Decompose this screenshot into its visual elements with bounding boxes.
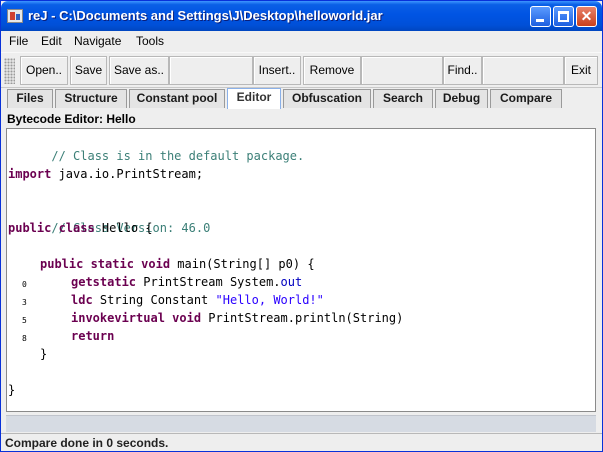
- code-line-version-comment: // Class Version: 46.0: [8, 201, 210, 235]
- keyword-token: import: [8, 167, 52, 181]
- status-bar: Compare done in 0 seconds.: [1, 433, 602, 451]
- menu-edit[interactable]: Edit: [41, 34, 62, 48]
- tab-search[interactable]: Search: [373, 89, 433, 108]
- save-button[interactable]: Save: [70, 56, 107, 85]
- code-line-import: import java.io.PrintStream;: [8, 165, 203, 183]
- toolbar-spacer-3: [482, 56, 564, 85]
- minimize-icon: [536, 19, 544, 22]
- field-token: out: [280, 275, 303, 289]
- string-token: "Hello, World!": [215, 293, 324, 307]
- code-text: java.io.PrintStream;: [51, 167, 204, 181]
- maximize-button[interactable]: [553, 6, 574, 27]
- code-line-getstatic: getstatic PrintStream System.out: [71, 273, 302, 291]
- code-text: main(String[] p0) {: [170, 257, 315, 271]
- bytecode-offset: 3: [22, 298, 27, 307]
- window-title: reJ - C:\Documents and Settings\J\Deskto…: [28, 8, 383, 23]
- code-text: }: [40, 347, 48, 361]
- bytecode-offset: 5: [22, 316, 27, 325]
- save-as-button[interactable]: Save as..: [109, 56, 169, 85]
- application-window: reJ - C:\Documents and Settings\J\Deskto…: [0, 0, 603, 452]
- keyword-token: ldc: [71, 293, 93, 307]
- code-line-method-decl: public static void main(String[] p0) {: [40, 255, 315, 273]
- menu-file[interactable]: File: [9, 34, 28, 48]
- toolbar-grip[interactable]: [4, 58, 15, 84]
- close-button[interactable]: ✕: [576, 6, 597, 27]
- exit-button[interactable]: Exit: [564, 56, 598, 85]
- horizontal-scrollbar[interactable]: [6, 415, 596, 432]
- open-button[interactable]: Open..: [20, 56, 68, 85]
- keyword-token: public static void: [40, 257, 171, 271]
- rej-app-icon[interactable]: [7, 9, 23, 23]
- menu-bar: File Edit Navigate Tools: [1, 31, 602, 52]
- code-line-return: return: [71, 327, 114, 345]
- editor-panel-title: Bytecode Editor: Hello: [7, 112, 136, 126]
- keyword-token: invokevirtual: [71, 311, 165, 325]
- code-text: Hello {: [94, 221, 153, 235]
- toolbar-spacer-1: [169, 56, 253, 85]
- comment-token: // Class is in the default package.: [51, 149, 305, 163]
- code-text: PrintStream.println(String): [201, 311, 404, 325]
- tab-debug[interactable]: Debug: [435, 89, 488, 108]
- maximize-icon: [558, 11, 569, 22]
- keyword-token: public class: [8, 221, 95, 235]
- code-text: String Constant: [92, 293, 216, 307]
- code-line-ldc: ldc String Constant "Hello, World!": [71, 291, 324, 309]
- code-line-class-decl: public class Hello {: [8, 219, 153, 237]
- tab-structure[interactable]: Structure: [55, 89, 127, 108]
- bytecode-offset: 0: [22, 280, 27, 289]
- code-line-package-comment: // Class is in the default package.: [8, 129, 304, 163]
- remove-button[interactable]: Remove: [303, 56, 361, 85]
- tab-obfuscation[interactable]: Obfuscation: [283, 89, 371, 108]
- insert-button[interactable]: Insert..: [253, 56, 301, 85]
- toolbar-spacer-2: [361, 56, 443, 85]
- code-text: PrintStream System.: [136, 275, 281, 289]
- code-line-method-close: }: [40, 345, 47, 363]
- keyword-token: return: [71, 329, 115, 343]
- status-text: Compare done in 0 seconds.: [5, 436, 169, 450]
- code-line-invokevirtual: invokevirtual void PrintStream.println(S…: [71, 309, 403, 327]
- tab-files[interactable]: Files: [7, 89, 53, 108]
- close-icon: ✕: [580, 8, 593, 24]
- keyword-token: getstatic: [71, 275, 137, 289]
- code-line-class-close: }: [8, 381, 15, 399]
- keyword-token: void: [164, 311, 202, 325]
- title-bar[interactable]: reJ - C:\Documents and Settings\J\Deskto…: [1, 1, 602, 31]
- bytecode-offset: 8: [22, 334, 27, 343]
- menu-tools[interactable]: Tools: [136, 34, 164, 48]
- tab-bar: Files Structure Constant pool Editor Obf…: [1, 88, 602, 109]
- bytecode-editor[interactable]: // Class is in the default package. impo…: [6, 128, 596, 412]
- find-button[interactable]: Find..: [443, 56, 482, 85]
- toolbar: Open.. Save Save as.. Insert.. Remove Fi…: [1, 52, 602, 88]
- code-text: }: [8, 383, 16, 397]
- tab-constant-pool[interactable]: Constant pool: [129, 89, 225, 108]
- tab-compare[interactable]: Compare: [490, 89, 562, 108]
- minimize-button[interactable]: [530, 6, 551, 27]
- tab-editor[interactable]: Editor: [227, 88, 281, 109]
- menu-navigate[interactable]: Navigate: [74, 34, 121, 48]
